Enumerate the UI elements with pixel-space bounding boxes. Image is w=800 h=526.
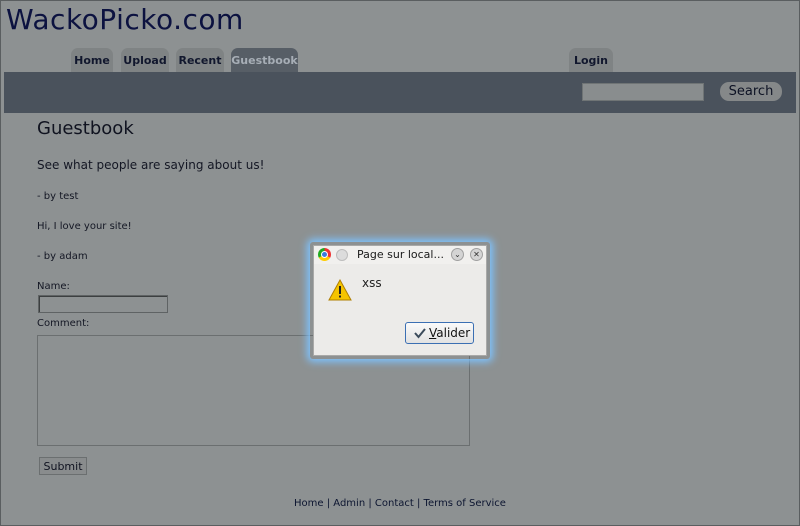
footer-separator: | [323, 498, 334, 509]
warning-icon [328, 279, 352, 301]
search-button[interactable]: Search [720, 82, 782, 101]
check-icon [414, 328, 426, 339]
valider-label: Valider [429, 326, 471, 340]
footer-separator: | [413, 498, 424, 509]
tab-upload[interactable]: Upload [121, 48, 169, 72]
footer-link-contact[interactable]: Contact [375, 498, 414, 509]
window-menu-icon[interactable] [336, 249, 348, 261]
comment-label: Comment: [37, 318, 90, 329]
guestbook-intro: See what people are saying about us! [37, 158, 265, 172]
footer-link-admin[interactable]: Admin [333, 498, 365, 509]
dialog-title: Page sur local... [357, 248, 444, 261]
name-label: Name: [37, 281, 70, 292]
guestbook-entry-comment: Hi, I love your site! [37, 221, 132, 232]
name-input[interactable] [38, 295, 168, 313]
dialog-message: xss [362, 276, 382, 290]
search-input[interactable] [582, 83, 704, 101]
nav-tabs: Home Upload Recent Guestbook Login [0, 48, 800, 72]
tab-guestbook[interactable]: Guestbook [231, 48, 298, 72]
site-logo[interactable]: WackoPicko.com [6, 3, 244, 36]
close-icon[interactable]: ✕ [470, 248, 483, 261]
chevron-down-icon[interactable]: ⌄ [451, 248, 464, 261]
chrome-icon [318, 248, 331, 261]
footer-links: Home | Admin | Contact | Terms of Servic… [0, 498, 800, 509]
page-title: Guestbook [37, 118, 134, 139]
guestbook-entry-author: - by test [37, 191, 79, 202]
valider-button[interactable]: Valider [405, 322, 474, 344]
tab-home[interactable]: Home [71, 48, 113, 72]
tab-recent[interactable]: Recent [176, 48, 224, 72]
footer-link-terms[interactable]: Terms of Service [424, 498, 506, 509]
tab-login[interactable]: Login [569, 48, 613, 72]
guestbook-entry-author: - by adam [37, 251, 88, 262]
footer-separator: | [365, 498, 375, 509]
alert-dialog: Page sur local... ⌄ ✕ xss Valider [313, 245, 487, 356]
submit-button[interactable]: Submit [39, 457, 87, 475]
footer-link-home[interactable]: Home [294, 498, 324, 509]
dialog-titlebar[interactable]: Page sur local... ⌄ ✕ [314, 246, 486, 264]
